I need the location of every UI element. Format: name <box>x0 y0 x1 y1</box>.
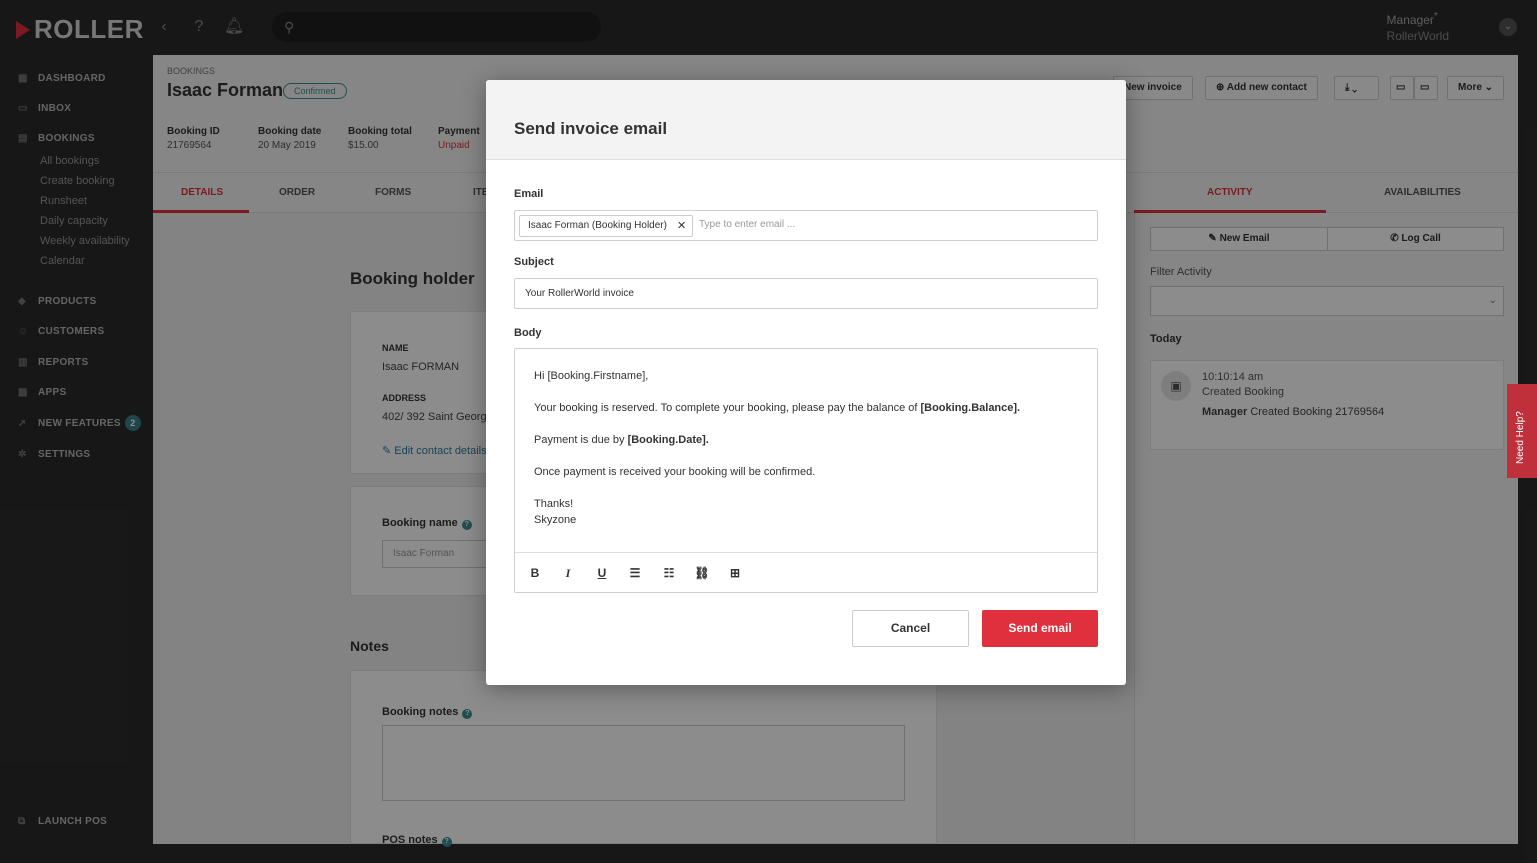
body-signoff: Thanks! <box>534 498 574 510</box>
body-signature: Skyzone <box>534 514 577 526</box>
email-placeholder[interactable]: Type to enter email ... <box>699 219 795 230</box>
send-invoice-modal: Send invoice email Email Isaac Forman (B… <box>486 80 1126 685</box>
bold-icon[interactable]: B <box>527 565 543 581</box>
close-icon[interactable]: ✕ <box>677 216 686 236</box>
bullet-list-icon[interactable]: ☰ <box>627 565 643 581</box>
editor-toolbar: B I U ☰ ☷ ⛓ ⊞ <box>515 552 1097 592</box>
body-line-3: Once payment is received your booking wi… <box>534 466 816 478</box>
need-help-tab[interactable]: Need Help? <box>1507 384 1537 478</box>
body-label: Body <box>514 327 542 339</box>
subject-field[interactable]: Your RollerWorld invoice <box>514 278 1098 309</box>
underline-icon[interactable]: U <box>594 565 610 581</box>
body-line-1: Your booking is reserved. To complete yo… <box>534 402 1021 414</box>
email-field[interactable]: Isaac Forman (Booking Holder) ✕ Type to … <box>514 210 1098 241</box>
body-editor[interactable]: Hi [Booking.Firstname], Your booking is … <box>514 348 1098 593</box>
link-icon[interactable]: ⛓ <box>694 565 710 581</box>
body-greeting: Hi [Booking.Firstname], <box>534 370 649 382</box>
subject-value: Your RollerWorld invoice <box>525 288 634 299</box>
insert-field-icon[interactable]: ⊞ <box>727 565 743 581</box>
modal-header: Send invoice email <box>486 80 1126 160</box>
numbered-list-icon[interactable]: ☷ <box>661 565 677 581</box>
email-label: Email <box>514 188 544 200</box>
modal-title: Send invoice email <box>514 119 668 138</box>
subject-label: Subject <box>514 256 554 268</box>
italic-icon[interactable]: I <box>560 565 576 581</box>
send-email-button[interactable]: Send email <box>982 610 1098 647</box>
email-chip: Isaac Forman (Booking Holder) ✕ <box>519 215 694 237</box>
cancel-button[interactable]: Cancel <box>852 610 969 647</box>
body-line-2: Payment is due by [Booking.Date]. <box>534 434 709 446</box>
